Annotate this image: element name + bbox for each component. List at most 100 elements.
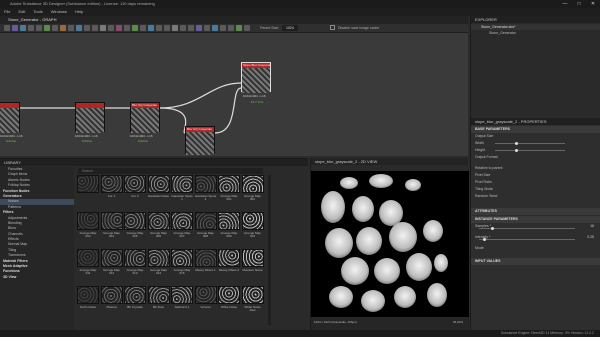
slider-knob[interactable]	[483, 238, 486, 241]
menu-file[interactable]: File	[4, 8, 10, 16]
library-tile-thumbnail[interactable]	[100, 212, 123, 230]
library-tile-thumbnail[interactable]	[218, 249, 240, 267]
library-tile-thumbnail[interactable]	[100, 175, 123, 193]
graph-node[interactable]	[75, 102, 105, 133]
toolbar-icon[interactable]	[92, 25, 98, 31]
library-tile-thumbnail[interactable]	[241, 286, 264, 304]
parent-size-dropdown[interactable]: 1024	[282, 25, 298, 31]
toolbar-icon[interactable]	[20, 25, 26, 31]
explorer-graph-item[interactable]: Stone_Generator	[471, 30, 600, 36]
toolbar-icon[interactable]	[132, 25, 138, 31]
library-tile-thumbnail[interactable]	[147, 249, 170, 267]
graph-node-selected[interactable]: Slope Blur Grayscale	[241, 62, 271, 93]
menu-windows[interactable]: Windows	[51, 8, 67, 16]
intensity-value[interactable]: 0.25	[587, 234, 594, 241]
slider-knob[interactable]	[491, 227, 494, 230]
library-tile-thumbnail[interactable]	[147, 212, 170, 230]
toolbar-icon[interactable]	[68, 25, 74, 31]
library-tile-thumbnail[interactable]	[171, 286, 193, 304]
toolbar-icon[interactable]	[164, 25, 170, 31]
close-button[interactable]: ✕	[586, 0, 600, 8]
library-tile-thumbnail[interactable]	[147, 175, 170, 193]
slider-knob[interactable]	[515, 142, 518, 145]
toolbar-icon[interactable]	[140, 25, 146, 31]
library-tile-thumbnail[interactable]	[100, 249, 123, 267]
toolbar-icon[interactable]	[84, 25, 90, 31]
library-tile-thumbnail[interactable]	[77, 286, 99, 304]
library-tile-thumbnail[interactable]	[77, 175, 99, 193]
library-tile-thumbnail[interactable]	[218, 175, 240, 193]
library-tile-thumbnail[interactable]	[147, 286, 170, 304]
menu-help[interactable]: Help	[75, 8, 83, 16]
library-tile-thumbnail[interactable]	[241, 175, 264, 193]
library-tile-thumbnail[interactable]	[124, 212, 146, 230]
library-search-input[interactable]: Search	[78, 168, 263, 174]
section-instance-parameters[interactable]: INSTANCE PARAMETERS	[471, 216, 600, 223]
library-tile-thumbnail[interactable]	[194, 286, 217, 304]
disable-cache-checkbox[interactable]	[330, 25, 335, 30]
toolbar-icon[interactable]	[148, 25, 154, 31]
menu-edit[interactable]: Edit	[18, 8, 25, 16]
library-tile-thumbnail[interactable]	[218, 212, 240, 230]
toolbar-icon[interactable]	[196, 25, 202, 31]
library-tile-thumbnail[interactable]	[124, 175, 146, 193]
section-attributes[interactable]: ATTRIBUTES	[471, 208, 600, 215]
graph-node[interactable]: Blur HQ Grayscale	[130, 102, 160, 133]
library-tile-thumbnail[interactable]	[171, 212, 193, 230]
toolbar-icon[interactable]	[244, 25, 250, 31]
toolbar-icon[interactable]	[188, 25, 194, 31]
toolbar-icon[interactable]	[4, 25, 10, 31]
toolbar-icon[interactable]	[52, 25, 58, 31]
library-tile-thumbnail[interactable]	[100, 286, 123, 304]
samples-slider[interactable]	[479, 227, 575, 230]
library-tree-item[interactable]: 3D View	[0, 275, 74, 280]
width-slider[interactable]	[495, 142, 565, 145]
library-tile-thumbnail[interactable]	[241, 212, 264, 230]
library-tile-thumbnail[interactable]	[194, 212, 217, 230]
toolbar-icon[interactable]	[12, 25, 18, 31]
graph-node[interactable]	[0, 102, 20, 133]
graph-node[interactable]: Blur HQ Grayscale	[185, 126, 215, 155]
slider-knob[interactable]	[515, 149, 518, 152]
library-tile-thumbnail[interactable]	[171, 175, 193, 193]
library-tile-thumbnail[interactable]	[218, 286, 240, 304]
view2d-zoom[interactable]: 46.22%	[453, 320, 463, 324]
library-tile-thumbnail[interactable]	[194, 249, 217, 267]
toolbar-icon[interactable]	[36, 25, 42, 31]
toolbar-icon[interactable]	[180, 25, 186, 31]
library-panel: LIBRARY Favorites Graph Items Atomic Nodes…	[0, 158, 308, 331]
toolbar-icon[interactable]	[204, 25, 210, 31]
toolbar-icon[interactable]	[60, 25, 66, 31]
toolbar-icon[interactable]	[220, 25, 226, 31]
library-scrollbar[interactable]	[268, 175, 271, 325]
library-tile-thumbnail[interactable]	[124, 249, 146, 267]
toolbar-icon[interactable]	[124, 25, 130, 31]
menu-tools[interactable]: Tools	[33, 8, 42, 16]
toolbar-icon[interactable]	[28, 25, 34, 31]
section-input-values[interactable]: INPUT VALUES	[471, 258, 600, 265]
prop-relative-parent[interactable]: Relative to parent	[471, 165, 600, 172]
toolbar-icon[interactable]	[212, 25, 218, 31]
toolbar-icon[interactable]	[172, 25, 178, 31]
library-tile-thumbnail[interactable]	[194, 175, 217, 193]
toolbar-icon[interactable]	[108, 25, 114, 31]
toolbar-icon[interactable]	[100, 25, 106, 31]
samples-value[interactable]: 16	[590, 223, 594, 230]
height-slider[interactable]	[495, 149, 565, 152]
intensity-slider[interactable]	[479, 238, 575, 241]
section-base-parameters[interactable]: BASE PARAMETERS	[471, 126, 600, 133]
toolbar-icon[interactable]	[156, 25, 162, 31]
maximize-button[interactable]: □	[572, 0, 586, 8]
library-tile-thumbnail[interactable]	[171, 249, 193, 267]
toolbar-icon[interactable]	[228, 25, 234, 31]
toolbar-icon[interactable]	[116, 25, 122, 31]
graph-tab[interactable]: Stone_Generator - GRAPH	[0, 16, 468, 24]
library-tile-thumbnail[interactable]	[77, 212, 99, 230]
toolbar-icon[interactable]	[76, 25, 82, 31]
library-tile-thumbnail[interactable]	[241, 249, 264, 267]
toolbar-icon[interactable]	[236, 25, 242, 31]
library-tile-thumbnail[interactable]	[124, 286, 146, 304]
library-tile-thumbnail[interactable]	[77, 249, 99, 267]
minimize-button[interactable]: —	[558, 0, 572, 8]
toolbar-icon[interactable]	[44, 25, 50, 31]
